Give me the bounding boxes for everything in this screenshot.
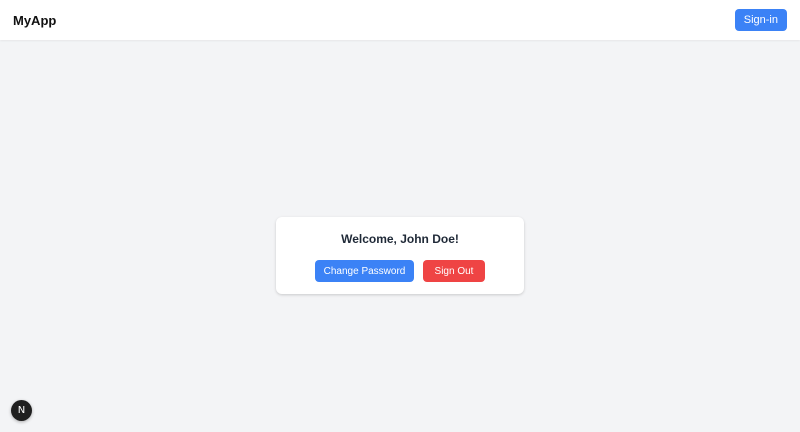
card-actions: Change Password Sign Out bbox=[315, 260, 485, 282]
change-password-button[interactable]: Change Password bbox=[315, 260, 414, 282]
main-content: Welcome, John Doe! Change Password Sign … bbox=[0, 40, 800, 432]
nextjs-logo-icon[interactable]: N bbox=[11, 400, 32, 421]
sign-out-button[interactable]: Sign Out bbox=[423, 260, 485, 282]
signin-button[interactable]: Sign-in bbox=[734, 9, 787, 31]
navbar: MyApp Sign-in bbox=[0, 0, 800, 40]
nextjs-logo-letter: N bbox=[17, 405, 26, 416]
brand-logo[interactable]: MyApp bbox=[13, 13, 56, 28]
welcome-card: Welcome, John Doe! Change Password Sign … bbox=[276, 217, 524, 294]
welcome-message: Welcome, John Doe! bbox=[341, 232, 459, 246]
